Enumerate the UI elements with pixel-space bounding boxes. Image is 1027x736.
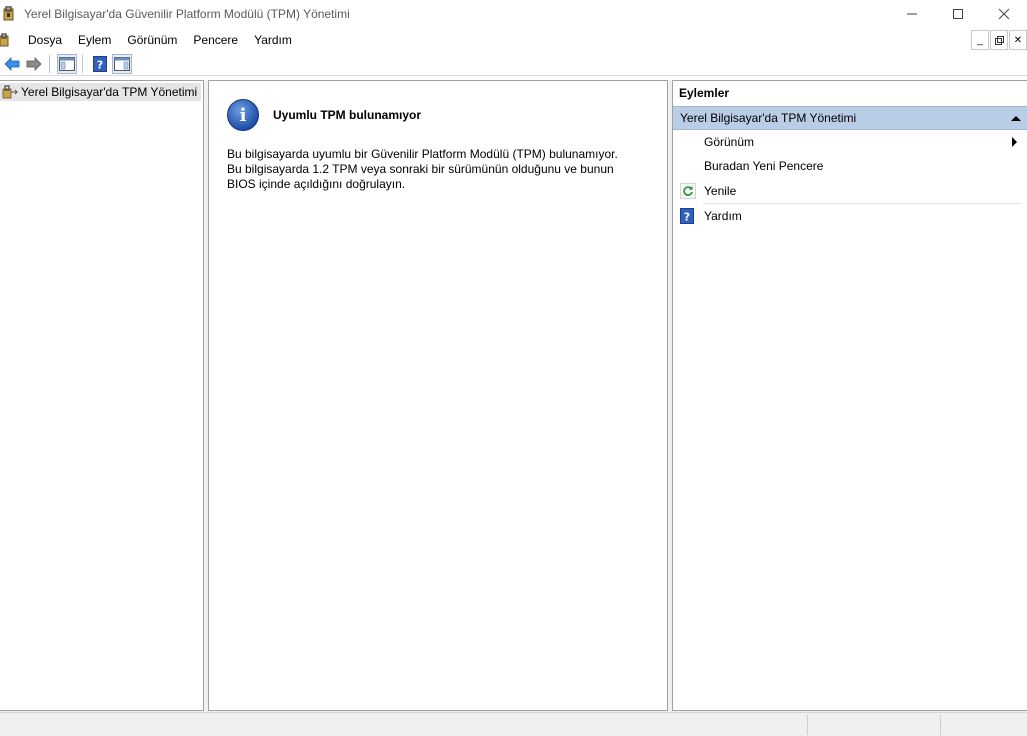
menu-bar: Dosya Eylem Görünüm Pencere Yardım _ ✕	[0, 29, 1027, 51]
show-hide-console-tree-icon	[59, 56, 75, 71]
menu-view[interactable]: Görünüm	[119, 29, 185, 51]
help-icon: ?	[93, 55, 107, 72]
title-bar: Yerel Bilgisayar'da Güvenilir Platform M…	[0, 0, 1027, 28]
mmc-menu-icon[interactable]	[0, 32, 12, 48]
back-button[interactable]	[2, 54, 22, 74]
forward-arrow-icon	[26, 56, 42, 71]
menu-action[interactable]: Eylem	[70, 29, 119, 51]
info-icon: i	[227, 99, 259, 131]
action-view-label: Görünüm	[704, 135, 755, 149]
action-refresh[interactable]: Yenile	[673, 179, 1023, 203]
action-refresh-label: Yenile	[704, 184, 737, 198]
svg-text:?: ?	[684, 211, 690, 224]
info-message: Bu bilgisayarda uyumlu bir Güvenilir Pla…	[227, 147, 647, 192]
restore-icon	[994, 35, 1004, 45]
submenu-arrow-icon	[1012, 137, 1017, 147]
status-bar	[0, 712, 1027, 736]
show-hide-action-pane-button[interactable]	[112, 53, 132, 74]
back-arrow-icon	[4, 56, 20, 71]
action-view[interactable]: Görünüm	[673, 130, 1023, 154]
action-new-window[interactable]: Buradan Yeni Pencere	[673, 154, 1023, 178]
action-help-label: Yardım	[704, 209, 742, 223]
action-help[interactable]: ? Yardım	[673, 204, 1023, 228]
info-message-line-1: Bu bilgisayarda uyumlu bir Güvenilir Pla…	[227, 147, 618, 161]
minimize-button[interactable]	[889, 0, 935, 28]
toolbar-separator-2	[82, 54, 83, 73]
close-button[interactable]	[981, 0, 1027, 28]
tpm-node-icon	[2, 85, 19, 99]
toolbar: ?	[0, 52, 1027, 76]
window-title: Yerel Bilgisayar'da Güvenilir Platform M…	[24, 7, 350, 21]
maximize-icon	[953, 9, 963, 19]
actions-section-title: Yerel Bilgisayar'da TPM Yönetimi	[680, 111, 857, 125]
blank-icon	[680, 134, 696, 150]
info-heading: Uyumlu TPM bulunamıyor	[273, 108, 422, 122]
console-tree-pane: Yerel Bilgisayar'da TPM Yönetimi	[0, 80, 204, 711]
blank-icon	[680, 158, 696, 174]
close-icon	[998, 8, 1010, 20]
tree-item-tpm-management[interactable]: Yerel Bilgisayar'da TPM Yönetimi	[0, 83, 202, 101]
status-separator	[807, 715, 808, 735]
info-message-line-3: BIOS içinde açıldığını doğrulayın.	[227, 177, 406, 191]
actions-header: Eylemler	[679, 86, 730, 100]
mdi-close-button[interactable]: ✕	[1009, 30, 1027, 50]
menu-file[interactable]: Dosya	[20, 29, 70, 51]
forward-button[interactable]	[24, 54, 44, 74]
show-hide-console-tree-button[interactable]	[57, 53, 77, 74]
show-hide-action-pane-icon	[114, 56, 130, 71]
menu-help[interactable]: Yardım	[246, 29, 300, 51]
menu-window[interactable]: Pencere	[185, 29, 246, 51]
action-new-window-label: Buradan Yeni Pencere	[704, 159, 824, 173]
actions-section-header[interactable]: Yerel Bilgisayar'da TPM Yönetimi	[673, 106, 1027, 130]
mdi-minimize-button[interactable]: _	[971, 30, 989, 50]
help-button[interactable]: ?	[90, 54, 110, 74]
maximize-button[interactable]	[935, 0, 981, 28]
info-header: i Uyumlu TPM bulunamıyor	[227, 99, 421, 131]
toolbar-separator	[49, 54, 50, 73]
minimize-icon	[907, 13, 917, 15]
collapse-arrow-icon[interactable]	[1011, 116, 1021, 121]
svg-text:?: ?	[97, 58, 103, 71]
status-separator	[940, 715, 941, 735]
mdi-restore-button[interactable]	[990, 30, 1008, 50]
info-message-line-2: Bu bilgisayarda 1.2 TPM veya sonraki bir…	[227, 162, 614, 176]
actions-pane: Eylemler Yerel Bilgisayar'da TPM Yönetim…	[672, 80, 1027, 711]
results-pane: i Uyumlu TPM bulunamıyor Bu bilgisayarda…	[208, 80, 668, 711]
refresh-icon	[680, 183, 696, 199]
tpm-app-icon[interactable]	[2, 6, 18, 22]
help-icon: ?	[680, 208, 696, 224]
tree-item-label: Yerel Bilgisayar'da TPM Yönetimi	[21, 85, 198, 99]
main-area: Yerel Bilgisayar'da TPM Yönetimi i Uyuml…	[0, 80, 1027, 712]
